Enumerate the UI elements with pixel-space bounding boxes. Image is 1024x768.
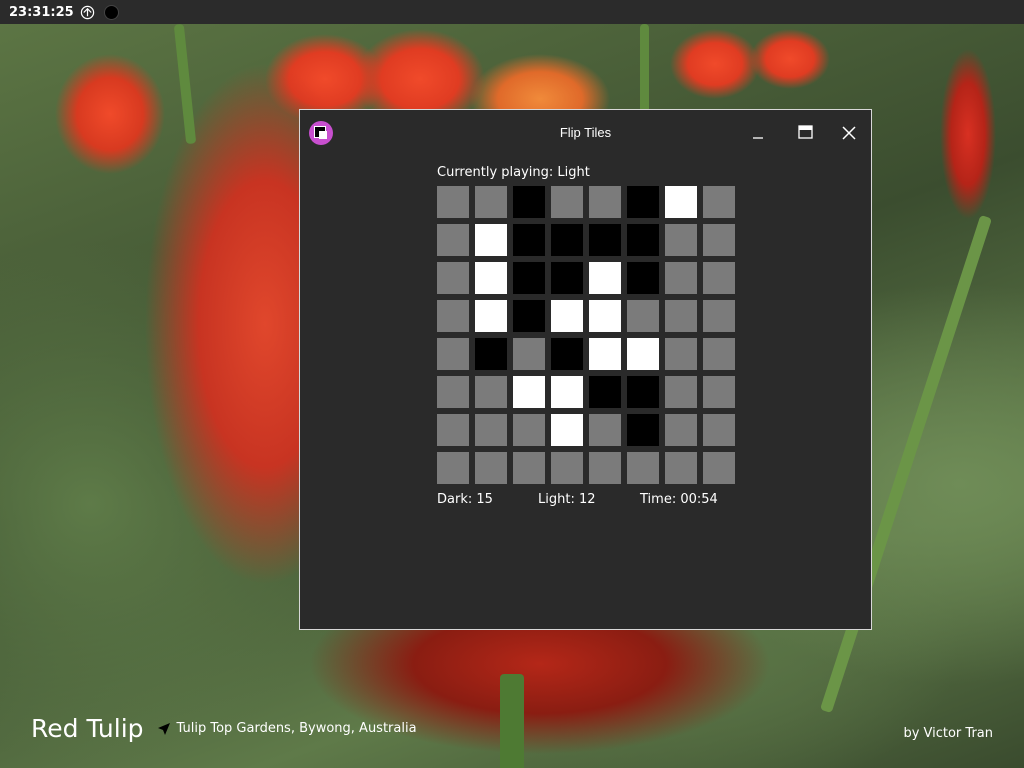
board-tile-dark[interactable] bbox=[627, 376, 659, 408]
board-tile-dark[interactable] bbox=[475, 338, 507, 370]
board-tile-dark[interactable] bbox=[513, 300, 545, 332]
board-tile-dark[interactable] bbox=[589, 224, 621, 256]
board-tile-empty[interactable] bbox=[551, 186, 583, 218]
board-tile-empty[interactable] bbox=[665, 452, 697, 484]
board-tile-empty[interactable] bbox=[551, 452, 583, 484]
board-tile-light[interactable] bbox=[589, 262, 621, 294]
board-tile-empty[interactable] bbox=[437, 262, 469, 294]
panel-clock[interactable]: 23:31:25 bbox=[9, 5, 74, 20]
window-title: Flip Tiles bbox=[559, 125, 612, 140]
close-button[interactable] bbox=[838, 122, 860, 144]
board-tile-empty[interactable] bbox=[437, 338, 469, 370]
board-tile-empty[interactable] bbox=[703, 186, 735, 218]
dark-score: Dark: 15 bbox=[437, 492, 493, 507]
board-tile-dark[interactable] bbox=[627, 224, 659, 256]
status-dot-icon[interactable] bbox=[103, 4, 119, 20]
board-tile-empty[interactable] bbox=[513, 338, 545, 370]
board-tile-empty[interactable] bbox=[513, 452, 545, 484]
location-arrow-icon bbox=[157, 722, 170, 735]
board-tile-empty[interactable] bbox=[703, 452, 735, 484]
board-tile-dark[interactable] bbox=[627, 414, 659, 446]
board-tile-empty[interactable] bbox=[703, 376, 735, 408]
board-tile-empty[interactable] bbox=[437, 452, 469, 484]
board-tile-dark[interactable] bbox=[551, 338, 583, 370]
wallpaper-caption: Red Tulip Tulip Top Gardens, Bywong, Aus… bbox=[31, 714, 417, 743]
maximize-button[interactable] bbox=[794, 122, 816, 144]
score-bar: Dark: 15 Light: 12 Time: 00:54 bbox=[437, 492, 737, 510]
wallpaper-credit: by Victor Tran bbox=[903, 726, 993, 741]
flip-tiles-window: Flip Tiles Currently playing: Light Dark… bbox=[299, 109, 872, 630]
minimize-button[interactable] bbox=[747, 122, 769, 144]
board-tile-light[interactable] bbox=[665, 186, 697, 218]
board-tile-empty[interactable] bbox=[627, 300, 659, 332]
board-tile-empty[interactable] bbox=[665, 338, 697, 370]
board-tile-dark[interactable] bbox=[513, 224, 545, 256]
board-tile-dark[interactable] bbox=[627, 262, 659, 294]
board-tile-empty[interactable] bbox=[437, 414, 469, 446]
board-tile-empty[interactable] bbox=[703, 300, 735, 332]
board-tile-empty[interactable] bbox=[589, 186, 621, 218]
board-tile-light[interactable] bbox=[589, 300, 621, 332]
board-tile-empty[interactable] bbox=[703, 224, 735, 256]
board-tile-empty[interactable] bbox=[513, 414, 545, 446]
board-tile-light[interactable] bbox=[551, 376, 583, 408]
top-panel: 23:31:25 bbox=[0, 0, 1024, 24]
board-tile-empty[interactable] bbox=[703, 414, 735, 446]
board-tile-empty[interactable] bbox=[589, 414, 621, 446]
board-tile-empty[interactable] bbox=[475, 414, 507, 446]
window-titlebar[interactable]: Flip Tiles bbox=[300, 110, 871, 154]
board-tile-dark[interactable] bbox=[513, 262, 545, 294]
board-tile-dark[interactable] bbox=[551, 224, 583, 256]
board-tile-empty[interactable] bbox=[437, 224, 469, 256]
wallpaper-stem bbox=[173, 24, 197, 145]
game-timer: Time: 00:54 bbox=[640, 492, 718, 507]
board-tile-light[interactable] bbox=[475, 224, 507, 256]
board-tile-light[interactable] bbox=[475, 300, 507, 332]
board-tile-light[interactable] bbox=[513, 376, 545, 408]
light-score: Light: 12 bbox=[538, 492, 596, 507]
current-player-status: Currently playing: Light bbox=[437, 165, 590, 180]
board-tile-empty[interactable] bbox=[475, 186, 507, 218]
wallpaper-title: Red Tulip bbox=[31, 714, 144, 743]
board-tile-empty[interactable] bbox=[475, 376, 507, 408]
board-tile-empty[interactable] bbox=[703, 262, 735, 294]
board-tile-empty[interactable] bbox=[703, 338, 735, 370]
board-tile-light[interactable] bbox=[475, 262, 507, 294]
board-tile-dark[interactable] bbox=[513, 186, 545, 218]
board-tile-empty[interactable] bbox=[437, 376, 469, 408]
board-tile-dark[interactable] bbox=[627, 186, 659, 218]
board-tile-empty[interactable] bbox=[589, 452, 621, 484]
board-tile-light[interactable] bbox=[627, 338, 659, 370]
board-tile-empty[interactable] bbox=[437, 300, 469, 332]
wallpaper-stem bbox=[640, 24, 649, 114]
game-board bbox=[437, 186, 737, 486]
board-tile-empty[interactable] bbox=[665, 376, 697, 408]
wallpaper-location: Tulip Top Gardens, Bywong, Australia bbox=[176, 721, 417, 736]
board-tile-light[interactable] bbox=[551, 414, 583, 446]
board-tile-empty[interactable] bbox=[475, 452, 507, 484]
board-tile-empty[interactable] bbox=[437, 186, 469, 218]
board-tile-light[interactable] bbox=[551, 300, 583, 332]
board-tile-dark[interactable] bbox=[589, 376, 621, 408]
board-tile-empty[interactable] bbox=[665, 224, 697, 256]
board-tile-empty[interactable] bbox=[665, 414, 697, 446]
board-tile-light[interactable] bbox=[589, 338, 621, 370]
board-tile-empty[interactable] bbox=[665, 262, 697, 294]
board-tile-empty[interactable] bbox=[665, 300, 697, 332]
wallpaper-stem bbox=[500, 674, 524, 768]
board-tile-empty[interactable] bbox=[627, 452, 659, 484]
network-icon[interactable] bbox=[80, 5, 95, 20]
board-tile-dark[interactable] bbox=[551, 262, 583, 294]
